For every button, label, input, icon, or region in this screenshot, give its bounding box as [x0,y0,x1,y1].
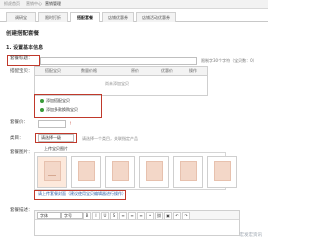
add-multiple-items-button[interactable]: 添加多款换购宝贝 [40,107,78,112]
bold-icon[interactable]: B [83,212,91,220]
table-header: 搭配宝贝 数量价格 原价 优惠价 操作 [35,67,207,76]
image-icon[interactable]: ▣ [164,212,172,220]
image-thumbnail [112,161,129,181]
description-editor[interactable]: 字体 字号 B I U S ≡ ≡ ≡ • ⛓ ▣ ↶ ↷ [34,210,240,236]
italic-icon[interactable]: I [92,212,100,220]
plus-icon [40,99,44,103]
image-option-5[interactable] [207,156,237,188]
tab-survey[interactable]: 调研宝 [6,12,36,22]
breadcrumb-marketing-management: 营销管理 [45,1,61,6]
category-label: 类目： [10,136,24,141]
image-option-3[interactable] [139,156,169,188]
selected-image-box[interactable] [37,156,67,188]
top-breadcrumb-bar: 抓虎首页 营销中心 营销管理 [0,0,268,9]
package-description-label: 套餐描述： [10,208,33,213]
bundle-items-label: 搭配宝贝： [10,69,33,74]
marketing-tabs: 调研宝 限时打折 搭配套餐 店铺优惠券 店铺活动优惠券 [0,11,268,22]
package-image-label: 套餐图片： [10,150,33,155]
package-title-label: 套餐标题： [10,56,33,61]
image-thumbnail [180,161,197,181]
tab-shop-activity-coupon[interactable]: 店铺活动优惠券 [136,12,176,22]
package-price-label: 套餐价： [10,120,28,125]
underline-icon[interactable]: U [101,212,109,220]
price-error-text: ! [70,121,72,126]
breadcrumb-home[interactable]: 抓虎首页 [4,1,20,6]
align-right-icon[interactable]: ≡ [137,212,145,220]
table-empty-message: 尚未添加宝贝 [105,81,129,86]
header-discount-price: 优惠价 [161,68,173,73]
thumbnail-shadow [48,175,56,176]
category-select[interactable]: 请选择一级 [38,134,74,142]
tab-shop-coupon[interactable]: 店铺优惠券 [102,12,134,22]
redo-icon[interactable]: ↷ [182,212,190,220]
plus-icon [40,108,44,112]
editor-toolbar: 字体 字号 B I U S ≡ ≡ ≡ • ⛓ ▣ ↶ ↷ [35,211,239,220]
font-select[interactable]: 字体 [37,212,61,219]
bundle-items-table: 搭配宝贝 数量价格 原价 优惠价 操作 尚未添加宝贝 [34,66,208,96]
category-hint: 请选择一个类目，关联指定产品 [82,136,138,141]
image-thumbnail [214,161,231,181]
upload-image-tab[interactable]: 上传宝贝图片 [44,146,68,151]
package-title-hint: 限制字30个字符（宝贝数：0） [201,58,257,63]
tab-bundle-package[interactable]: 搭配套餐 [70,12,100,22]
image-thumbnail [146,161,163,181]
breadcrumb-marketing[interactable]: 营销中心 [26,1,42,6]
image-thumbnail [78,161,95,181]
image-option-2[interactable] [105,156,135,188]
align-left-icon[interactable]: ≡ [119,212,127,220]
image-option-4[interactable] [173,156,203,188]
image-thumbnail [44,161,61,181]
watermark: 宏发宏资讯 [239,233,263,238]
page-title: 创建搭配套餐 [6,31,40,37]
align-center-icon[interactable]: ≡ [128,212,136,220]
header-quantity-price: 数量价格 [81,68,97,73]
header-operation: 操作 [189,68,197,73]
section-title: 1. 设置基本信息 [6,45,44,51]
tab-time-limited-discount[interactable]: 限时打折 [38,12,68,22]
font-size-select[interactable]: 字号 [61,212,83,219]
undo-icon[interactable]: ↶ [173,212,181,220]
list-icon[interactable]: • [146,212,154,220]
image-option-1[interactable] [71,156,101,188]
package-price-input[interactable] [38,120,66,128]
header-original-price: 原价 [131,68,139,73]
link-icon[interactable]: ⛓ [155,212,163,220]
header-bundle-item: 搭配宝贝 [45,68,61,73]
add-bundle-item-button[interactable]: 添加搭配宝贝 [40,98,70,103]
strike-icon[interactable]: S [110,212,118,220]
image-hint-text: 请上传套餐封面（建议使用宝贝编辑器进行操作） [38,191,126,196]
package-title-input[interactable] [40,57,197,65]
